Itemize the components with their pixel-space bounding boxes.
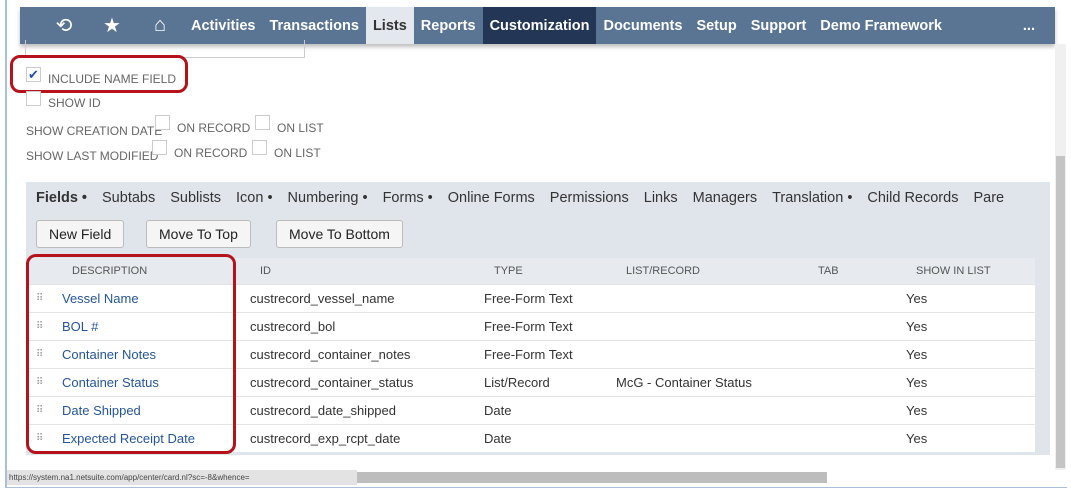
cell-type: Free-Form Text <box>484 319 573 334</box>
cell-show: Yes <box>906 291 928 306</box>
col-tab[interactable]: TAB <box>818 258 839 284</box>
nav-setup[interactable]: Setup <box>689 7 743 44</box>
horizontal-scrollbar-thumb[interactable] <box>357 472 827 483</box>
col-show-in-list[interactable]: SHOW IN LIST <box>916 258 991 284</box>
cell-show: Yes <box>906 431 928 446</box>
scrollbar-thumb[interactable] <box>1056 156 1065 468</box>
tab-links[interactable]: Links <box>644 190 678 206</box>
col-id[interactable]: ID <box>260 258 271 284</box>
on-record-label: ON RECORD <box>174 146 248 160</box>
col-list-record[interactable]: LIST/RECORD <box>626 258 700 284</box>
status-url: https://system.na1.netsuite.com/app/cent… <box>7 470 357 485</box>
tab-translation[interactable]: Translation • <box>772 190 852 206</box>
creation-on-record-checkbox[interactable] <box>155 115 170 130</box>
main-nav: ⟲ ★ ⌂ Activities Transactions Lists Repo… <box>20 7 1055 44</box>
move-to-bottom-button[interactable]: Move To Bottom <box>276 220 403 248</box>
cell-list: McG - Container Status <box>616 375 752 390</box>
show-id-checkbox[interactable] <box>26 91 41 106</box>
highlight-box <box>10 55 188 93</box>
nav-activities[interactable]: Activities <box>184 7 262 44</box>
cell-type: Free-Form Text <box>484 291 573 306</box>
cell-type: Free-Form Text <box>484 347 573 362</box>
star-icon[interactable]: ★ <box>88 7 136 44</box>
highlight-box <box>26 254 236 454</box>
nav-support[interactable]: Support <box>744 7 814 44</box>
cell-id: custrecord_vessel_name <box>250 291 395 306</box>
cell-id: custrecord_exp_rcpt_date <box>250 431 401 446</box>
nav-reports[interactable]: Reports <box>414 7 483 44</box>
nav-demo-framework[interactable]: Demo Framework <box>813 7 949 44</box>
col-type[interactable]: TYPE <box>494 258 523 284</box>
tab-forms[interactable]: Forms • <box>383 190 433 206</box>
cell-id: custrecord_container_status <box>250 375 414 390</box>
nav-transactions[interactable]: Transactions <box>262 7 365 44</box>
cell-show: Yes <box>906 319 928 334</box>
tab-parent[interactable]: Pare <box>973 190 1004 206</box>
cell-type: Date <box>484 431 512 446</box>
show-id-label: SHOW ID <box>48 96 101 110</box>
tab-online-forms[interactable]: Online Forms <box>448 190 535 206</box>
recent-icon[interactable]: ⟲ <box>40 7 88 44</box>
tab-permissions[interactable]: Permissions <box>550 190 629 206</box>
tab-child-records[interactable]: Child Records <box>867 190 958 206</box>
cell-show: Yes <box>906 347 928 362</box>
cell-type: List/Record <box>484 375 550 390</box>
tab-fields[interactable]: Fields • <box>36 190 87 206</box>
cell-show: Yes <box>906 403 928 418</box>
on-record-label: ON RECORD <box>177 121 251 135</box>
on-list-label: ON LIST <box>277 121 324 135</box>
show-modified-label: SHOW LAST MODIFIED <box>26 149 159 163</box>
subtabs: Fields • Subtabs Sublists Icon • Numberi… <box>36 190 1019 206</box>
cell-id: custrecord_date_shipped <box>250 403 396 418</box>
modified-on-list-checkbox[interactable] <box>252 140 267 155</box>
new-field-button[interactable]: New Field <box>36 220 125 248</box>
tab-icon[interactable]: Icon • <box>236 190 273 206</box>
cell-type: Date <box>484 403 512 418</box>
cell-id: custrecord_bol <box>250 319 336 334</box>
nav-customization[interactable]: Customization <box>482 7 597 44</box>
on-list-label: ON LIST <box>274 146 321 160</box>
tab-sublists[interactable]: Sublists <box>170 190 221 206</box>
cell-show: Yes <box>906 375 928 390</box>
show-creation-label: SHOW CREATION DATE <box>26 124 163 138</box>
home-icon[interactable]: ⌂ <box>136 7 184 44</box>
modified-on-record-checkbox[interactable] <box>152 140 167 155</box>
cell-id: custrecord_container_notes <box>250 347 411 362</box>
vertical-scrollbar[interactable] <box>1055 44 1066 470</box>
nav-documents[interactable]: Documents <box>596 7 689 44</box>
tab-subtabs[interactable]: Subtabs <box>102 190 155 206</box>
nav-more[interactable]: ... <box>1016 7 1055 44</box>
creation-on-list-checkbox[interactable] <box>255 115 270 130</box>
nav-lists[interactable]: Lists <box>365 7 414 44</box>
move-to-top-button[interactable]: Move To Top <box>146 220 251 248</box>
tab-managers[interactable]: Managers <box>693 190 757 206</box>
tab-numbering[interactable]: Numbering • <box>288 190 368 206</box>
